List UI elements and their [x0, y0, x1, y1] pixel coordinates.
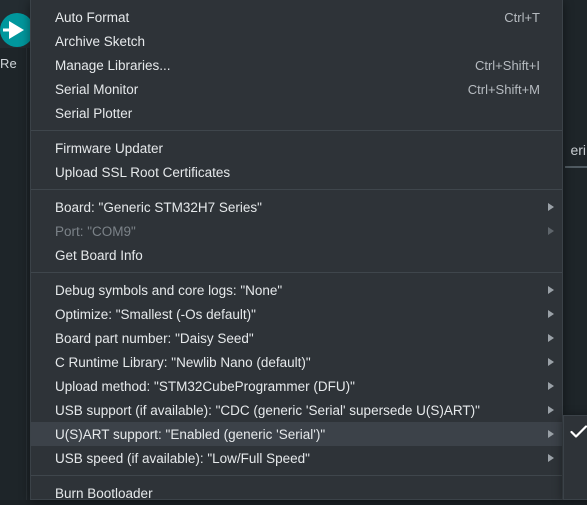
menu-item-burn-bootloader[interactable]: Burn Bootloader	[31, 481, 562, 505]
menu-separator	[31, 272, 562, 273]
chevron-right-icon	[548, 203, 554, 211]
menu-item-archive-sketch[interactable]: Archive Sketch	[31, 29, 562, 53]
menu-item-auto-format[interactable]: Auto Format Ctrl+T	[31, 5, 562, 29]
menu-item-label: Manage Libraries...	[55, 57, 171, 73]
menu-item-usb-speed-if-available-low-full-speed[interactable]: USB speed (if available): "Low/Full Spee…	[31, 446, 562, 470]
menu-item-label: Optimize: "Smallest (-Os default)"	[55, 306, 256, 322]
menu-group: Debug symbols and core logs: "None" Optim…	[31, 278, 562, 470]
menu-item-label: C Runtime Library: "Newlib Nano (default…	[55, 354, 311, 370]
activity-bar	[0, 0, 27, 500]
menu-item-board-part-number-daisy-seed[interactable]: Board part number: "Daisy Seed"	[31, 326, 562, 350]
menu-item-label: Firmware Updater	[55, 140, 164, 156]
menu-item-upload-ssl-root-certificates[interactable]: Upload SSL Root Certificates	[31, 160, 562, 184]
menu-item-firmware-updater[interactable]: Firmware Updater	[31, 136, 562, 160]
menu-item-manage-libraries[interactable]: Manage Libraries... Ctrl+Shift+I	[31, 53, 562, 77]
menu-item-label: Burn Bootloader	[55, 485, 153, 501]
editor-tab-label: Re	[0, 56, 17, 71]
submenu-item[interactable]	[564, 420, 587, 444]
menu-item-label: Board part number: "Daisy Seed"	[55, 330, 254, 346]
chevron-right-icon	[548, 406, 554, 414]
upload-arrow-icon[interactable]	[0, 13, 34, 47]
menu-group: Board: "Generic STM32H7 Series" Port: "CO…	[31, 195, 562, 267]
menu-item-label: Serial Monitor	[55, 81, 139, 97]
menu-item-port-com9: Port: "COM9"	[31, 219, 562, 243]
menu-item-label: Upload method: "STM32CubeProgrammer (DFU…	[55, 378, 355, 394]
menu-item-label: Archive Sketch	[55, 33, 146, 49]
menu-item-get-board-info[interactable]: Get Board Info	[31, 243, 562, 267]
menu-item-c-runtime-library-newlib-nano-default[interactable]: C Runtime Library: "Newlib Nano (default…	[31, 350, 562, 374]
menu-item-label: Debug symbols and core logs: "None"	[55, 282, 283, 298]
menu-item-upload-method-stm32cubeprogrammer-dfu[interactable]: Upload method: "STM32CubeProgrammer (DFU…	[31, 374, 562, 398]
menu-group: Firmware Updater Upload SSL Root Certific…	[31, 136, 562, 184]
menu-item-optimize-smallest-os-default[interactable]: Optimize: "Smallest (-Os default)"	[31, 302, 562, 326]
chevron-right-icon	[548, 227, 554, 235]
menu-item-shortcut: Ctrl+Shift+I	[474, 57, 540, 73]
tools-dropdown-menu: Auto Format Ctrl+T Archive Sketch Manage Li…	[30, 0, 563, 501]
chevron-right-icon	[548, 382, 554, 390]
chevron-right-icon	[548, 286, 554, 294]
menu-separator	[31, 189, 562, 190]
menu-item-label: Board: "Generic STM32H7 Series"	[55, 199, 262, 215]
menu-group: Burn Bootloader	[31, 481, 562, 505]
menu-item-label: USB support (if available): "CDC (generi…	[55, 402, 480, 418]
check-icon	[570, 425, 587, 438]
chevron-right-icon	[548, 430, 554, 438]
menu-item-label: Get Board Info	[55, 247, 143, 263]
menu-item-label: Auto Format	[55, 9, 130, 25]
menu-item-serial-plotter[interactable]: Serial Plotter	[31, 101, 562, 125]
submenu-item[interactable]	[564, 448, 587, 472]
menu-item-label: Serial Plotter	[55, 105, 133, 121]
background-editor-tab-label: eri	[570, 142, 586, 158]
menu-item-u-s-art-support-enabled-generic-serial[interactable]: U(S)ART support: "Enabled (generic 'Seri…	[31, 422, 562, 446]
menu-separator	[31, 130, 562, 131]
background-editor-tab-underline	[565, 166, 587, 168]
menu-item-usb-support-if-available-cdc-generic-serial-[interactable]: USB support (if available): "CDC (generi…	[31, 398, 562, 422]
menu-item-debug-symbols-and-core-logs-none[interactable]: Debug symbols and core logs: "None"	[31, 278, 562, 302]
chevron-right-icon	[548, 334, 554, 342]
chevron-right-icon	[548, 454, 554, 462]
menu-item-board-generic-stm32h7-series[interactable]: Board: "Generic STM32H7 Series"	[31, 195, 562, 219]
menu-item-label: USB speed (if available): "Low/Full Spee…	[55, 450, 310, 466]
chevron-right-icon	[548, 310, 554, 318]
menu-item-shortcut: Ctrl+Shift+M	[467, 81, 540, 97]
menu-item-label: U(S)ART support: "Enabled (generic 'Seri…	[55, 426, 326, 442]
menu-item-serial-monitor[interactable]: Serial Monitor Ctrl+Shift+M	[31, 77, 562, 101]
menu-group: Auto Format Ctrl+T Archive Sketch Manage Li…	[31, 5, 562, 125]
usart-support-submenu	[563, 415, 587, 500]
menu-item-shortcut: Ctrl+T	[504, 9, 540, 25]
menu-item-label: Port: "COM9"	[55, 223, 136, 239]
menu-separator	[31, 475, 562, 476]
chevron-right-icon	[548, 358, 554, 366]
menu-item-label: Upload SSL Root Certificates	[55, 164, 231, 180]
